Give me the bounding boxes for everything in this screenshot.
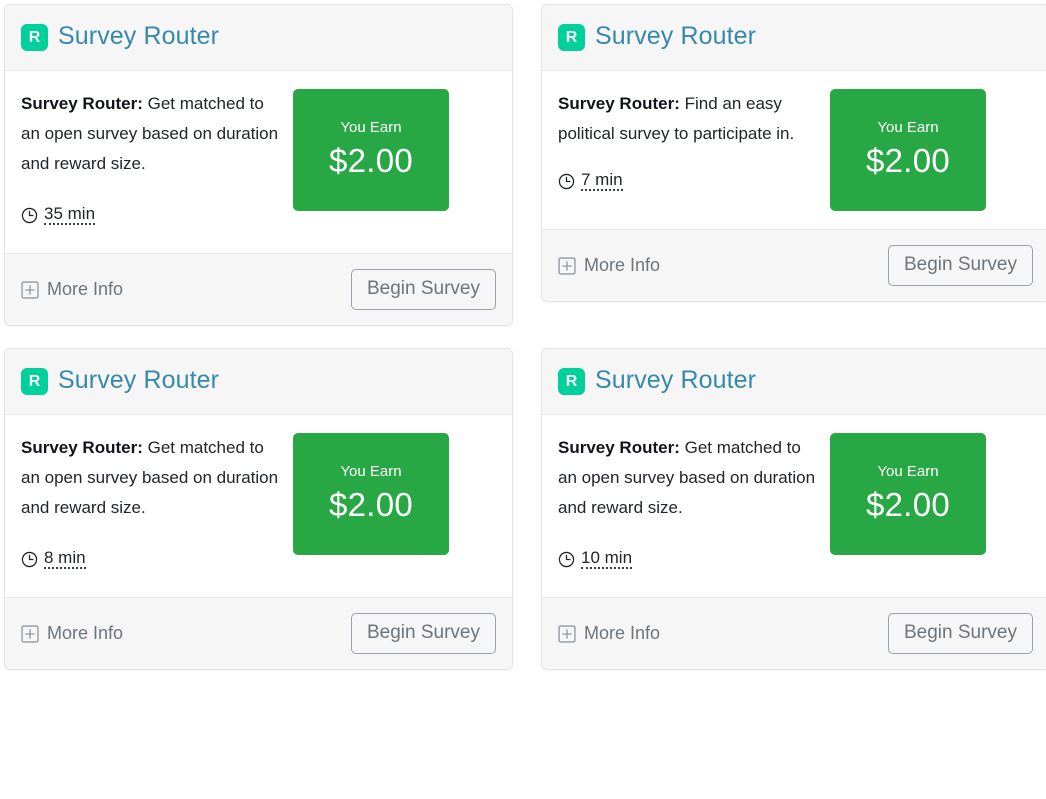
- reward-block: You Earn $2.00: [291, 89, 449, 235]
- brand-logo-icon: R: [21, 367, 48, 395]
- begin-survey-button[interactable]: Begin Survey: [350, 612, 496, 655]
- card-description: Survey Router: Get matched to an open su…: [558, 433, 820, 523]
- description-lead: Survey Router:: [558, 438, 680, 457]
- card-header: R Survey Router: [542, 5, 1046, 71]
- card-footer: More Info Begin Survey: [542, 229, 1046, 301]
- reward-amount: $2.00: [328, 141, 414, 179]
- card-footer: More Info Begin Survey: [5, 597, 512, 669]
- clock-icon: [21, 551, 38, 567]
- reward-block: You Earn $2.00: [291, 433, 449, 579]
- survey-duration: 35 min: [21, 205, 283, 225]
- duration-text: 8 min: [44, 548, 86, 569]
- card-footer: More Info Begin Survey: [542, 597, 1046, 669]
- reward-label: You Earn: [340, 118, 402, 136]
- card-header: R Survey Router: [5, 349, 512, 415]
- card-description: Survey Router: Get matched to an open su…: [21, 433, 283, 523]
- description-lead: Survey Router:: [21, 438, 143, 457]
- survey-card[interactable]: R Survey Router Survey Router: Get match…: [4, 4, 513, 326]
- reward-label: You Earn: [877, 118, 939, 136]
- card-footer: More Info Begin Survey: [5, 253, 512, 325]
- more-info-label: More Info: [584, 255, 661, 275]
- more-info-label: More Info: [47, 623, 124, 643]
- survey-card[interactable]: R Survey Router Survey Router: Get match…: [4, 348, 513, 670]
- reward-label: You Earn: [877, 462, 939, 480]
- card-description-block: Survey Router: Get matched to an open su…: [558, 433, 828, 579]
- card-title: Survey Router: [595, 366, 757, 395]
- reward-block: You Earn $2.00: [828, 89, 986, 211]
- reward-amount: $2.00: [328, 485, 414, 523]
- begin-survey-button[interactable]: Begin Survey: [887, 612, 1033, 655]
- more-info-toggle[interactable]: More Info: [21, 623, 123, 644]
- card-body: Survey Router: Get matched to an open su…: [542, 415, 1046, 597]
- begin-survey-button[interactable]: Begin Survey: [350, 268, 496, 311]
- plus-square-icon: [21, 624, 39, 643]
- clock-icon: [558, 551, 575, 567]
- card-description-block: Survey Router: Get matched to an open su…: [21, 433, 291, 579]
- reward-box: You Earn $2.00: [293, 89, 449, 211]
- card-header: R Survey Router: [542, 349, 1046, 415]
- description-lead: Survey Router:: [558, 94, 680, 113]
- plus-square-icon: [558, 624, 576, 643]
- more-info-label: More Info: [584, 623, 661, 643]
- clock-icon: [21, 207, 38, 223]
- reward-box: You Earn $2.00: [293, 433, 449, 555]
- brand-logo-icon: R: [558, 23, 585, 51]
- survey-duration: 10 min: [558, 549, 820, 569]
- reward-label: You Earn: [340, 462, 402, 480]
- survey-duration: 8 min: [21, 549, 283, 569]
- reward-amount: $2.00: [865, 485, 951, 523]
- reward-block: You Earn $2.00: [828, 433, 986, 579]
- card-title: Survey Router: [595, 22, 757, 51]
- description-lead: Survey Router:: [21, 94, 143, 113]
- survey-card[interactable]: R Survey Router Survey Router: Find an e…: [541, 4, 1046, 302]
- brand-logo-icon: R: [21, 23, 48, 51]
- survey-duration: 7 min: [558, 171, 820, 191]
- card-title: Survey Router: [58, 366, 220, 395]
- survey-card-grid: R Survey Router Survey Router: Get match…: [0, 0, 1046, 670]
- card-description: Survey Router: Get matched to an open su…: [21, 89, 283, 179]
- card-title: Survey Router: [58, 22, 220, 51]
- begin-survey-button[interactable]: Begin Survey: [887, 244, 1033, 287]
- card-description-block: Survey Router: Get matched to an open su…: [21, 89, 291, 235]
- reward-box: You Earn $2.00: [830, 89, 986, 211]
- duration-text: 10 min: [581, 548, 633, 569]
- reward-box: You Earn $2.00: [830, 433, 986, 555]
- card-body: Survey Router: Find an easy political su…: [542, 71, 1046, 229]
- card-description: Survey Router: Find an easy political su…: [558, 89, 820, 149]
- more-info-label: More Info: [47, 279, 124, 299]
- more-info-toggle[interactable]: More Info: [558, 623, 660, 644]
- more-info-toggle[interactable]: More Info: [21, 279, 123, 300]
- duration-text: 35 min: [44, 204, 96, 225]
- card-header: R Survey Router: [5, 5, 512, 71]
- card-body: Survey Router: Get matched to an open su…: [5, 415, 512, 597]
- brand-logo-icon: R: [558, 367, 585, 395]
- duration-text: 7 min: [581, 170, 623, 191]
- clock-icon: [558, 173, 575, 189]
- reward-amount: $2.00: [865, 141, 951, 179]
- card-description-block: Survey Router: Find an easy political su…: [558, 89, 828, 211]
- plus-square-icon: [21, 280, 39, 299]
- more-info-toggle[interactable]: More Info: [558, 255, 660, 276]
- survey-card[interactable]: R Survey Router Survey Router: Get match…: [541, 348, 1046, 670]
- plus-square-icon: [558, 256, 576, 275]
- card-body: Survey Router: Get matched to an open su…: [5, 71, 512, 253]
